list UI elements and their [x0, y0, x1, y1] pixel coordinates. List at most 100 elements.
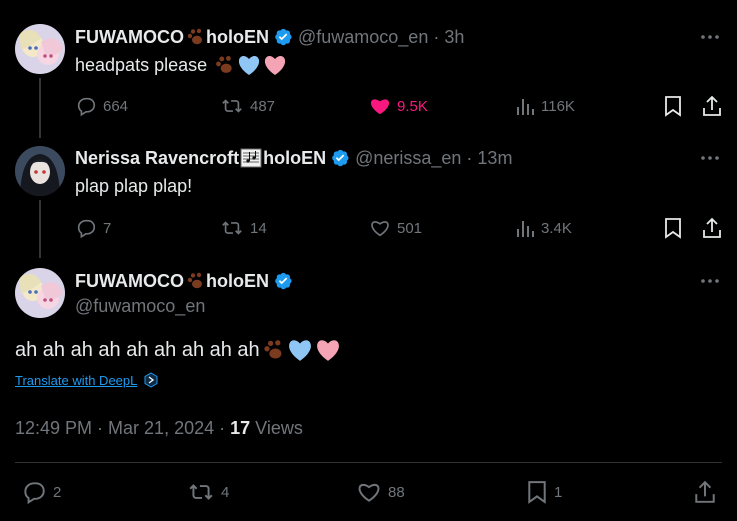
focused-tweet-name-row: FUWAMOCO holoEN	[75, 269, 293, 293]
tweet-text-content: headpats please	[75, 54, 208, 75]
like-count: 9.5K	[397, 97, 428, 115]
tweet-text: headpats please	[75, 54, 288, 76]
verified-badge-icon[interactable]	[273, 27, 293, 47]
share-icon	[695, 480, 715, 503]
avatar[interactable]	[15, 268, 65, 318]
tweet-header: Nerissa Ravencroft holoEN @nerissa_en · …	[75, 146, 512, 170]
share-button[interactable]	[701, 216, 723, 240]
pink-heart-emoji	[315, 338, 341, 362]
tweet-text-content: plap plap plap!	[75, 176, 193, 196]
paw-emoji	[185, 271, 205, 291]
translate-link[interactable]: Translate with DeepL	[15, 372, 159, 388]
bookmark-icon	[665, 218, 681, 239]
like-button[interactable]: 9.5K	[369, 94, 428, 118]
display-name-suffix[interactable]: holoEN	[206, 271, 269, 292]
reply-count: 664	[103, 97, 129, 115]
divider	[15, 462, 722, 463]
avatar[interactable]	[15, 24, 65, 74]
tweet-thread-page: FUWAMOCO holoEN @fuwamoco_en · 3h headpa…	[0, 0, 737, 521]
timestamp[interactable]: 3h	[444, 27, 464, 48]
tweet-actions: 7 14 501 3.4K	[75, 216, 725, 240]
repost-count: 487	[250, 97, 276, 115]
bookmark-count: 1	[554, 483, 563, 501]
repost-icon	[189, 484, 213, 500]
like-count: 88	[388, 483, 405, 501]
thread-connector-line	[39, 78, 41, 138]
more-options-icon[interactable]	[698, 146, 722, 170]
full-timestamp[interactable]: 12:49 PM · Mar 21, 2024	[15, 418, 214, 438]
avatar[interactable]	[15, 146, 65, 196]
handle[interactable]: @fuwamoco_en	[75, 296, 205, 317]
heart-icon	[371, 221, 389, 237]
reply-button[interactable]: 7	[75, 216, 111, 240]
reply-icon	[77, 219, 96, 239]
separator-dot: ·	[433, 26, 440, 47]
like-button[interactable]: 501	[369, 216, 422, 240]
verified-badge-icon[interactable]	[273, 271, 293, 291]
focused-tweet-handle-row: @fuwamoco_en	[75, 294, 205, 318]
bookmark-button[interactable]	[663, 94, 683, 118]
reply-button[interactable]: 2	[21, 480, 62, 505]
display-name[interactable]: FUWAMOCO	[75, 271, 184, 292]
reply-icon	[24, 482, 45, 505]
translate-label[interactable]: Translate with DeepL	[15, 373, 137, 388]
views-count: 116K	[541, 97, 575, 115]
repost-icon	[222, 221, 242, 235]
display-name[interactable]: FUWAMOCO	[75, 27, 184, 48]
bookmark-button[interactable]	[663, 216, 683, 240]
reply-count: 7	[103, 219, 112, 237]
repost-count: 4	[221, 483, 230, 501]
reply-button[interactable]: 664	[75, 94, 128, 118]
like-count: 501	[397, 219, 423, 237]
repost-button[interactable]: 4	[187, 480, 229, 504]
views-chart-icon	[517, 99, 534, 115]
like-button[interactable]: 88	[356, 480, 405, 504]
display-name-suffix[interactable]: holoEN	[206, 27, 269, 48]
share-button[interactable]	[693, 480, 717, 504]
tweet-header: FUWAMOCO holoEN @fuwamoco_en · 3h	[75, 25, 464, 49]
reply-icon	[77, 97, 96, 117]
sheet-music-emoji	[240, 148, 262, 168]
focused-tweet-actions: 2 4 88 1	[15, 480, 722, 506]
repost-icon	[222, 99, 242, 113]
views-count: 3.4K	[541, 219, 572, 237]
bookmark-icon	[665, 96, 681, 117]
share-icon	[703, 217, 721, 238]
bookmark-icon	[528, 481, 546, 504]
handle[interactable]: @fuwamoco_en	[298, 27, 428, 48]
repost-button[interactable]: 487	[220, 94, 275, 118]
paw-emoji	[213, 54, 235, 76]
deepl-icon	[144, 372, 158, 388]
timestamp[interactable]: 13m	[477, 148, 512, 169]
share-button[interactable]	[701, 94, 723, 118]
paw-emoji	[261, 338, 285, 362]
tweet-text: plap plap plap!	[75, 176, 192, 197]
display-name[interactable]: Nerissa Ravencroft	[75, 148, 239, 169]
share-icon	[703, 95, 721, 116]
views-button[interactable]: 116K	[515, 94, 575, 118]
repost-button[interactable]: 14	[220, 216, 267, 240]
separator-dot: ·	[466, 147, 473, 168]
separator-dot: ·	[219, 418, 231, 438]
views-label: Views	[255, 418, 303, 438]
tweet-meta: 12:49 PM · Mar 21, 2024 · 17 Views	[15, 418, 303, 439]
tweet-text-content: ah ah ah ah ah ah ah ah ah	[15, 338, 260, 361]
repost-count: 14	[250, 219, 267, 237]
heart-icon	[358, 483, 380, 502]
more-options-icon[interactable]	[698, 25, 722, 49]
bookmark-button[interactable]: 1	[526, 480, 562, 504]
paw-emoji	[185, 27, 205, 47]
blue-heart-emoji	[287, 338, 313, 362]
tweet-actions: 664 487 9.5K 116K	[75, 94, 725, 118]
views-chart-icon	[517, 221, 534, 237]
thread-connector-line	[39, 200, 41, 258]
display-name-suffix[interactable]: holoEN	[263, 148, 326, 169]
heart-filled-icon	[370, 99, 390, 115]
focused-tweet-text: ah ah ah ah ah ah ah ah ah	[15, 338, 342, 362]
views-button[interactable]: 3.4K	[515, 216, 572, 240]
handle[interactable]: @nerissa_en	[355, 148, 461, 169]
views-number: 17	[230, 418, 251, 438]
more-options-icon[interactable]	[698, 269, 722, 293]
verified-badge-icon[interactable]	[330, 148, 350, 168]
reply-count: 2	[53, 483, 62, 501]
